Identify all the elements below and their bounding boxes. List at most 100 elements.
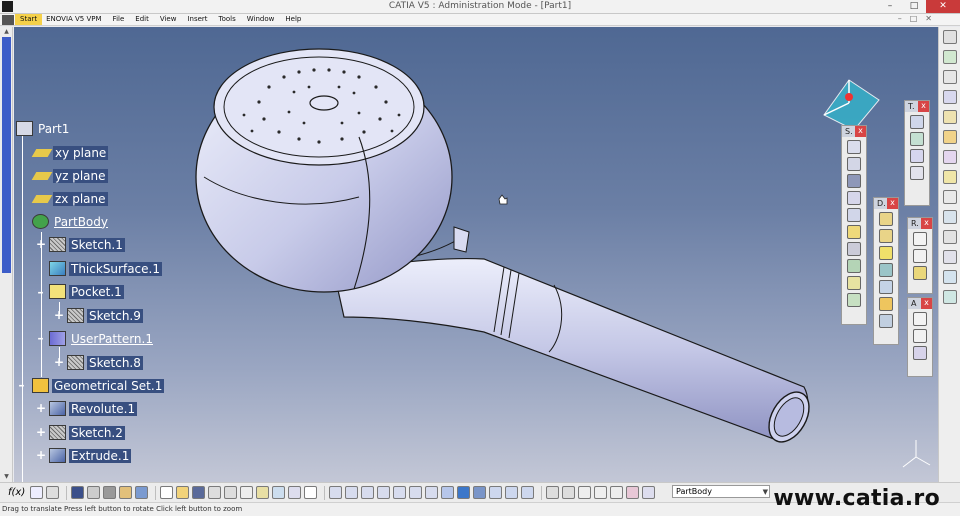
formula-icon[interactable]: f(x) (8, 487, 25, 498)
knowledge-icon[interactable] (942, 170, 957, 184)
cut-icon[interactable] (224, 486, 238, 499)
fly-mode-icon[interactable] (329, 486, 343, 499)
3d-annotation-icon[interactable] (913, 346, 927, 360)
zoom-out-icon[interactable] (409, 486, 423, 499)
scroll-up-icon[interactable]: ▲ (2, 28, 11, 36)
remove-face-icon[interactable] (879, 314, 893, 328)
isometric-view-icon[interactable] (457, 486, 471, 499)
scroll-down-icon[interactable]: ▼ (2, 473, 11, 481)
tool-icon[interactable] (942, 30, 957, 44)
current-body-select[interactable]: PartBody (672, 485, 770, 498)
minimize-button[interactable]: – (878, 0, 902, 13)
plane-tool-icon[interactable] (913, 266, 927, 280)
slot-icon[interactable] (847, 242, 861, 256)
save-icon[interactable] (192, 486, 206, 499)
expand-icon[interactable]: + (36, 402, 46, 414)
publish-icon[interactable] (942, 290, 957, 304)
tree-node-thicksurface1[interactable]: ThickSurface.1 (49, 259, 162, 278)
undo-icon[interactable] (272, 486, 286, 499)
close-button[interactable]: ✕ (926, 0, 960, 13)
zoom-in-icon[interactable] (393, 486, 407, 499)
dress-up-toolbar[interactable]: D. x (873, 197, 899, 345)
tree-node-userpattern1[interactable]: UserPattern.1 (49, 329, 155, 348)
toolbar-header[interactable]: Ax (908, 298, 932, 309)
groove-icon[interactable] (847, 191, 861, 205)
point-icon[interactable] (913, 232, 927, 246)
toolbar-close-icon[interactable]: x (921, 218, 932, 229)
comment-icon[interactable] (30, 486, 44, 499)
axis-system-icon[interactable] (610, 486, 624, 499)
hole-icon[interactable] (847, 208, 861, 222)
3d-viewport[interactable]: Part1 xy plane yz plane zx plane PartBod… (14, 27, 938, 482)
pocket-tool-icon[interactable] (847, 157, 861, 171)
menu-start[interactable]: Start (15, 14, 43, 25)
expand-icon[interactable]: + (54, 309, 64, 321)
new-icon[interactable] (160, 486, 174, 499)
tree-node-part1[interactable]: Part1 (16, 119, 71, 138)
toolbar-header[interactable]: R. x (908, 218, 932, 229)
stiffener-icon[interactable] (847, 259, 861, 273)
fit-all-icon[interactable] (345, 486, 359, 499)
sketcher-icon[interactable] (942, 50, 957, 64)
flag-note-icon[interactable] (913, 329, 927, 343)
tree-node-yz-plane[interactable]: yz plane (31, 166, 108, 185)
shell-icon[interactable] (879, 263, 893, 277)
menu-file[interactable]: File (109, 14, 132, 25)
expand-icon[interactable]: + (36, 426, 46, 438)
boolean-icon[interactable] (942, 210, 957, 224)
toolbar-close-icon[interactable]: x (855, 126, 866, 137)
document-icon[interactable] (2, 14, 14, 25)
mirror-icon[interactable] (910, 132, 924, 146)
expand-icon[interactable]: + (54, 356, 64, 368)
render-style-icon[interactable] (521, 486, 535, 499)
shaft-icon[interactable] (847, 174, 861, 188)
paste-icon[interactable] (256, 486, 270, 499)
reference-elements-toolbar[interactable]: R. x (907, 217, 933, 294)
shading-icon[interactable] (473, 486, 487, 499)
power-copy-icon[interactable] (135, 486, 149, 499)
toolbar-header[interactable]: T. x (905, 101, 929, 112)
print-icon[interactable] (208, 486, 222, 499)
chamfer-icon[interactable] (879, 229, 893, 243)
exit-workbench-icon[interactable] (942, 70, 957, 84)
catalog-icon[interactable] (942, 270, 957, 284)
analysis-icon[interactable] (942, 190, 957, 204)
multi-view-icon[interactable] (441, 486, 455, 499)
constraint-icon[interactable] (942, 150, 957, 164)
tree-node-partbody[interactable]: PartBody (32, 212, 110, 231)
menu-window[interactable]: Window (243, 14, 282, 25)
loft-icon[interactable] (847, 276, 861, 290)
define-in-work-icon[interactable] (642, 486, 656, 499)
collapse-icon[interactable]: – (17, 379, 26, 391)
body-insert-icon[interactable] (942, 230, 957, 244)
pattern-tool-icon[interactable] (910, 149, 924, 163)
menu-enovia[interactable]: ENOVIA V5 VPM (42, 14, 108, 25)
draft-icon[interactable] (879, 246, 893, 260)
tree-node-zx-plane[interactable]: zx plane (31, 189, 108, 208)
tree-node-sketch2[interactable]: Sketch.2 (49, 423, 125, 442)
tree-node-extrude1[interactable]: Extrude.1 (49, 446, 132, 465)
translation-icon[interactable] (910, 115, 924, 129)
toolbar-close-icon[interactable]: x (887, 198, 898, 209)
swap-visible-space-icon[interactable] (505, 486, 519, 499)
table-icon[interactable] (71, 486, 85, 499)
collapse-icon[interactable]: – (36, 286, 45, 298)
copy-icon[interactable] (240, 486, 254, 499)
tree-node-sketch1[interactable]: Sketch.1 (49, 235, 125, 254)
apply-material-icon[interactable] (942, 110, 957, 124)
pan-icon[interactable] (361, 486, 375, 499)
maximize-button[interactable]: □ (902, 0, 926, 13)
manual-update-icon[interactable] (562, 486, 576, 499)
line-icon[interactable] (913, 249, 927, 263)
tree-node-pocket1[interactable]: Pocket.1 (49, 282, 124, 301)
tree-node-revolute1[interactable]: Revolute.1 (49, 399, 138, 418)
document-window-controls[interactable]: –□✕ (898, 14, 940, 23)
tree-scrollbar[interactable]: ▲ ▼ (0, 27, 13, 482)
text-with-leader-icon[interactable] (913, 312, 927, 326)
menu-view[interactable]: View (156, 14, 184, 25)
fillet-icon[interactable] (879, 212, 893, 226)
menu-insert[interactable]: Insert (183, 14, 214, 25)
shower-head-model[interactable] (14, 27, 938, 482)
sketch-based-toolbar[interactable]: S. x (841, 125, 867, 325)
rule-icon[interactable] (87, 486, 101, 499)
